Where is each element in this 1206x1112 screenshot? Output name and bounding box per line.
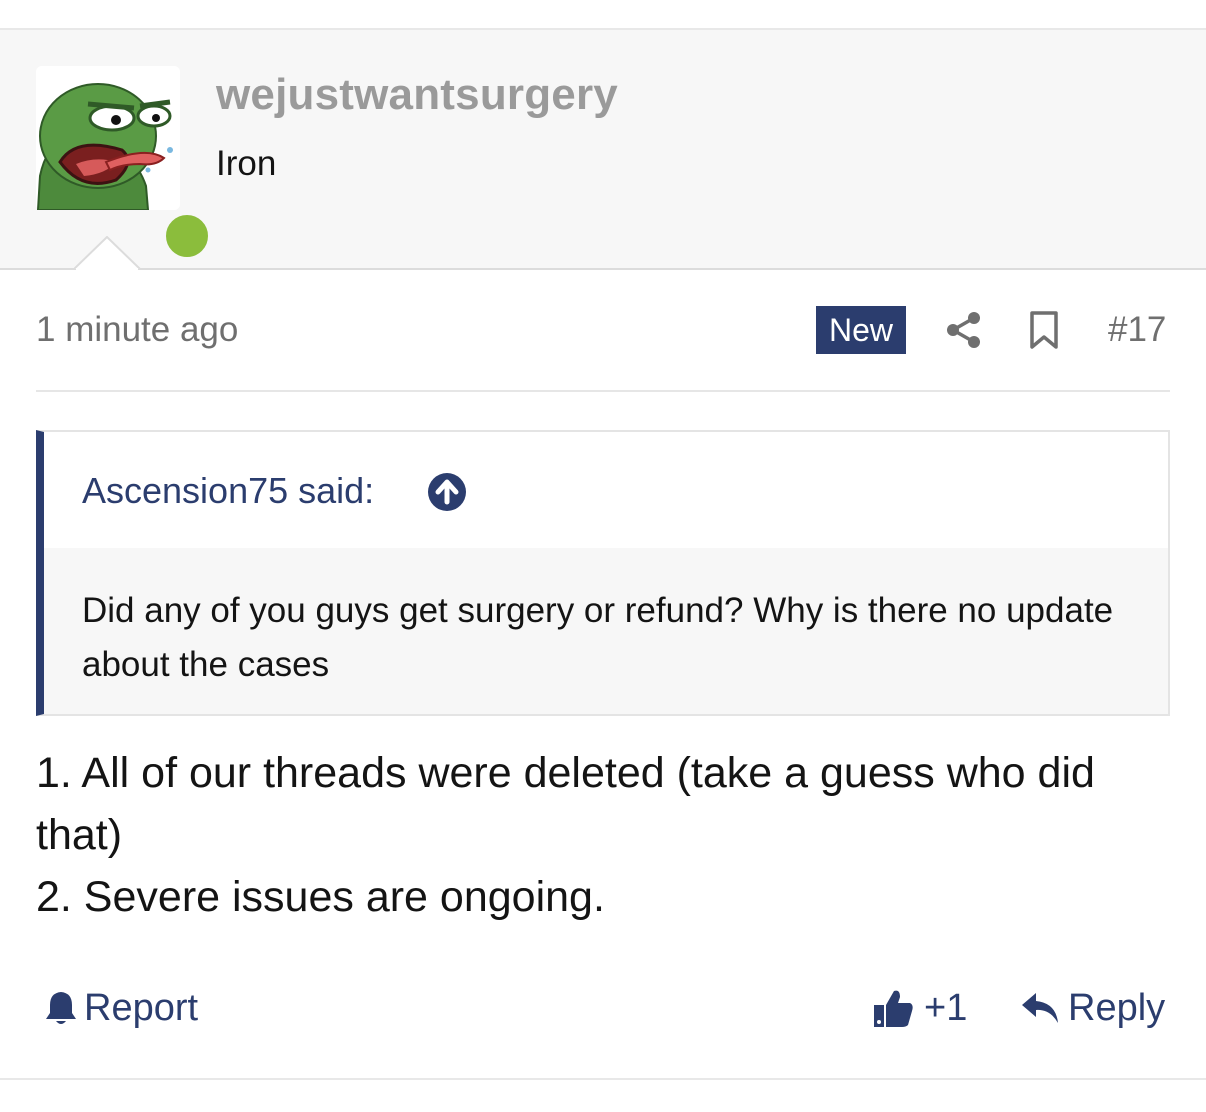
post-user-header: wejustwantsurgery Iron bbox=[0, 30, 1206, 270]
reply-button[interactable]: Reply bbox=[1020, 984, 1165, 1032]
new-badge: New bbox=[816, 306, 906, 354]
quote-text: Did any of you guys get surgery or refun… bbox=[82, 591, 1114, 684]
username-link[interactable]: wejustwantsurgery bbox=[216, 70, 618, 120]
report-button[interactable]: Report bbox=[44, 984, 198, 1032]
reply-label: Reply bbox=[1068, 986, 1166, 1029]
share-icon[interactable] bbox=[944, 310, 984, 350]
top-separator bbox=[0, 0, 1206, 30]
avatar[interactable] bbox=[36, 66, 212, 261]
quote-block: Ascension75 said: Did any of you guys ge… bbox=[36, 430, 1170, 716]
report-label: Report bbox=[84, 986, 199, 1029]
reply-arrow-icon bbox=[1022, 993, 1058, 1023]
quote-attribution-link[interactable]: Ascension75 said: bbox=[82, 470, 374, 512]
bell-icon bbox=[46, 992, 76, 1024]
user-rank-title: Iron bbox=[216, 144, 277, 183]
arrow-up-circle-icon[interactable] bbox=[427, 472, 467, 512]
online-status-dot bbox=[162, 211, 212, 261]
post-actions: Report +1 Reply bbox=[36, 980, 1170, 1036]
meta-divider bbox=[36, 390, 1170, 392]
post-timestamp[interactable]: 1 minute ago bbox=[36, 310, 238, 350]
post-body-line: 1. All of our threads were deleted (take… bbox=[36, 749, 1095, 859]
like-count: +1 bbox=[924, 986, 968, 1029]
post-body-line: 2. Severe issues are ongoing. bbox=[36, 873, 605, 921]
post-body: 1. All of our threads were deleted (take… bbox=[36, 742, 1170, 928]
bookmark-icon[interactable] bbox=[1028, 310, 1060, 350]
post-meta-row: 1 minute ago New #17 bbox=[36, 300, 1170, 360]
quote-body: Did any of you guys get surgery or refun… bbox=[44, 548, 1168, 714]
post-number-link[interactable]: #17 bbox=[1108, 310, 1166, 350]
like-button[interactable]: +1 bbox=[872, 984, 967, 1032]
thumbs-up-icon bbox=[874, 990, 913, 1027]
quote-header: Ascension75 said: bbox=[44, 432, 1168, 548]
angry-frog-avatar-icon bbox=[36, 66, 180, 210]
bottom-separator bbox=[0, 1078, 1206, 1080]
